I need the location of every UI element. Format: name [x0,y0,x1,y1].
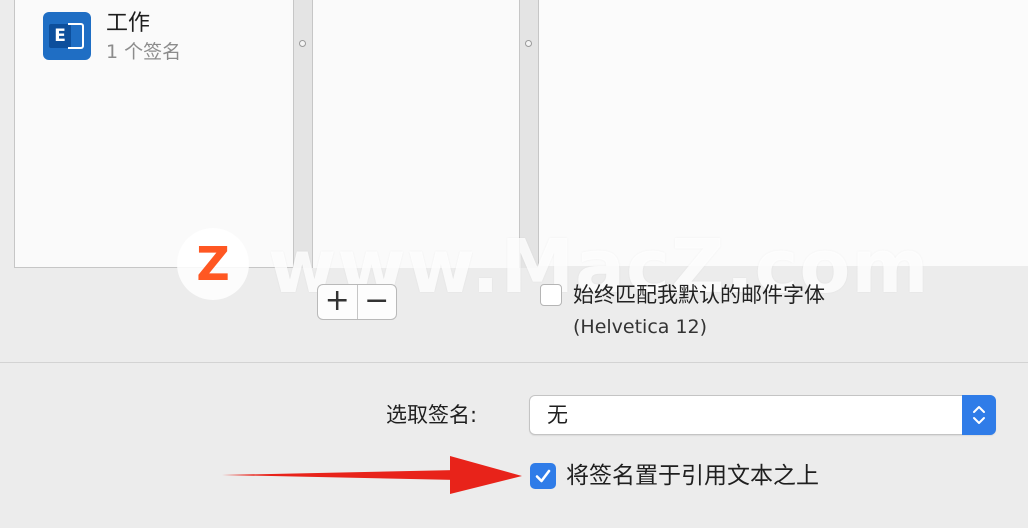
choose-signature-select[interactable]: 无 [529,395,996,435]
exchange-icon: E [43,12,91,60]
accounts-list-pane: E 工作 1 个签名 [14,0,294,268]
select-arrows-icon[interactable] [962,395,996,435]
red-arrow-icon [222,456,522,494]
choose-signature-label: 选取签名: [386,403,478,427]
account-name: 工作 [106,11,151,36]
splitter-handle-icon[interactable] [299,40,306,47]
place-above-quote-checkbox[interactable] [530,463,556,489]
match-font-checkbox[interactable] [540,284,562,306]
account-signature-count: 1 个签名 [106,41,182,63]
watermark-logo-letter: Z [196,237,230,291]
match-font-label: 始终匹配我默认的邮件字体 [573,283,825,307]
watermark-logo-icon: Z [177,228,249,300]
add-remove-buttons: + − [317,284,397,320]
choose-signature-value: 无 [547,403,568,427]
remove-signature-button[interactable]: − [356,285,397,319]
add-signature-button[interactable]: + [318,285,357,319]
divider [0,362,1028,363]
account-item-work[interactable]: E 工作 1 个签名 [29,10,279,66]
place-above-quote-label: 将签名置于引用文本之上 [566,463,819,489]
match-font-name: (Helvetica 12) [573,316,708,338]
splitter-handle-icon[interactable] [525,40,532,47]
